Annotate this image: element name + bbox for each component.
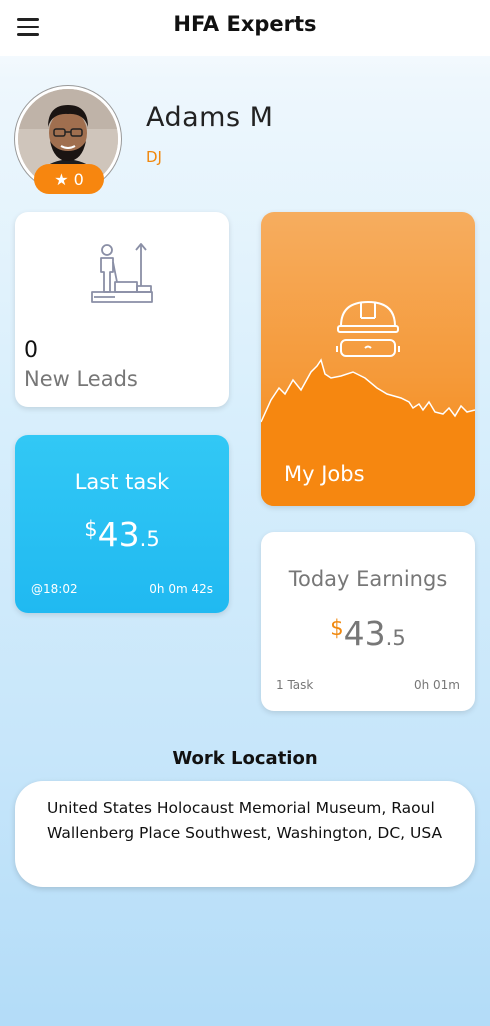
worker-chart-icon (91, 243, 153, 303)
hardhat-goggles-icon (336, 301, 400, 357)
today-earnings-card[interactable]: Today Earnings $43.5 1 Task 0h 01m (261, 532, 475, 711)
work-location-title: Work Location (172, 748, 318, 769)
last-task-time: @18:02 (31, 582, 78, 596)
app-title: HFA Experts (173, 12, 317, 36)
profile-avatar-container[interactable]: ★ 0 (15, 86, 123, 194)
work-location-address: United States Holocaust Memorial Museum,… (47, 799, 443, 842)
star-icon: ★ (54, 169, 69, 189)
last-task-duration: 0h 0m 42s (149, 582, 213, 596)
rating-value: 0 (73, 169, 84, 189)
today-earnings-amount: $43.5 (261, 614, 475, 653)
new-leads-card[interactable]: 0 New Leads (15, 212, 229, 407)
leads-label: New Leads (24, 367, 138, 391)
amount-whole: 43 (343, 614, 386, 653)
user-role: DJ (146, 148, 162, 166)
last-task-title: Last task (74, 470, 170, 494)
my-jobs-label: My Jobs (284, 462, 365, 486)
earnings-duration: 0h 01m (413, 678, 460, 692)
top-app-bar: HFA Experts (0, 0, 490, 56)
last-task-amount: $43.5 (15, 515, 229, 554)
user-name: Adams M (146, 102, 274, 133)
currency-symbol: $ (84, 517, 98, 541)
today-earnings-title: Today Earnings (288, 567, 448, 591)
last-task-card[interactable]: Last task $43.5 @18:02 0h 0m 42s (15, 435, 229, 613)
leads-count: 0 (24, 338, 38, 363)
amount-decimal: .5 (139, 527, 160, 551)
work-location-card[interactable]: United States Holocaust Memorial Museum,… (15, 781, 475, 887)
amount-whole: 43 (97, 515, 140, 554)
rating-badge: ★ 0 (34, 164, 104, 194)
my-jobs-card[interactable]: My Jobs (261, 212, 475, 506)
currency-symbol: $ (330, 616, 344, 640)
earnings-task-count: 1 Task (276, 678, 314, 692)
amount-decimal: .5 (385, 626, 406, 650)
